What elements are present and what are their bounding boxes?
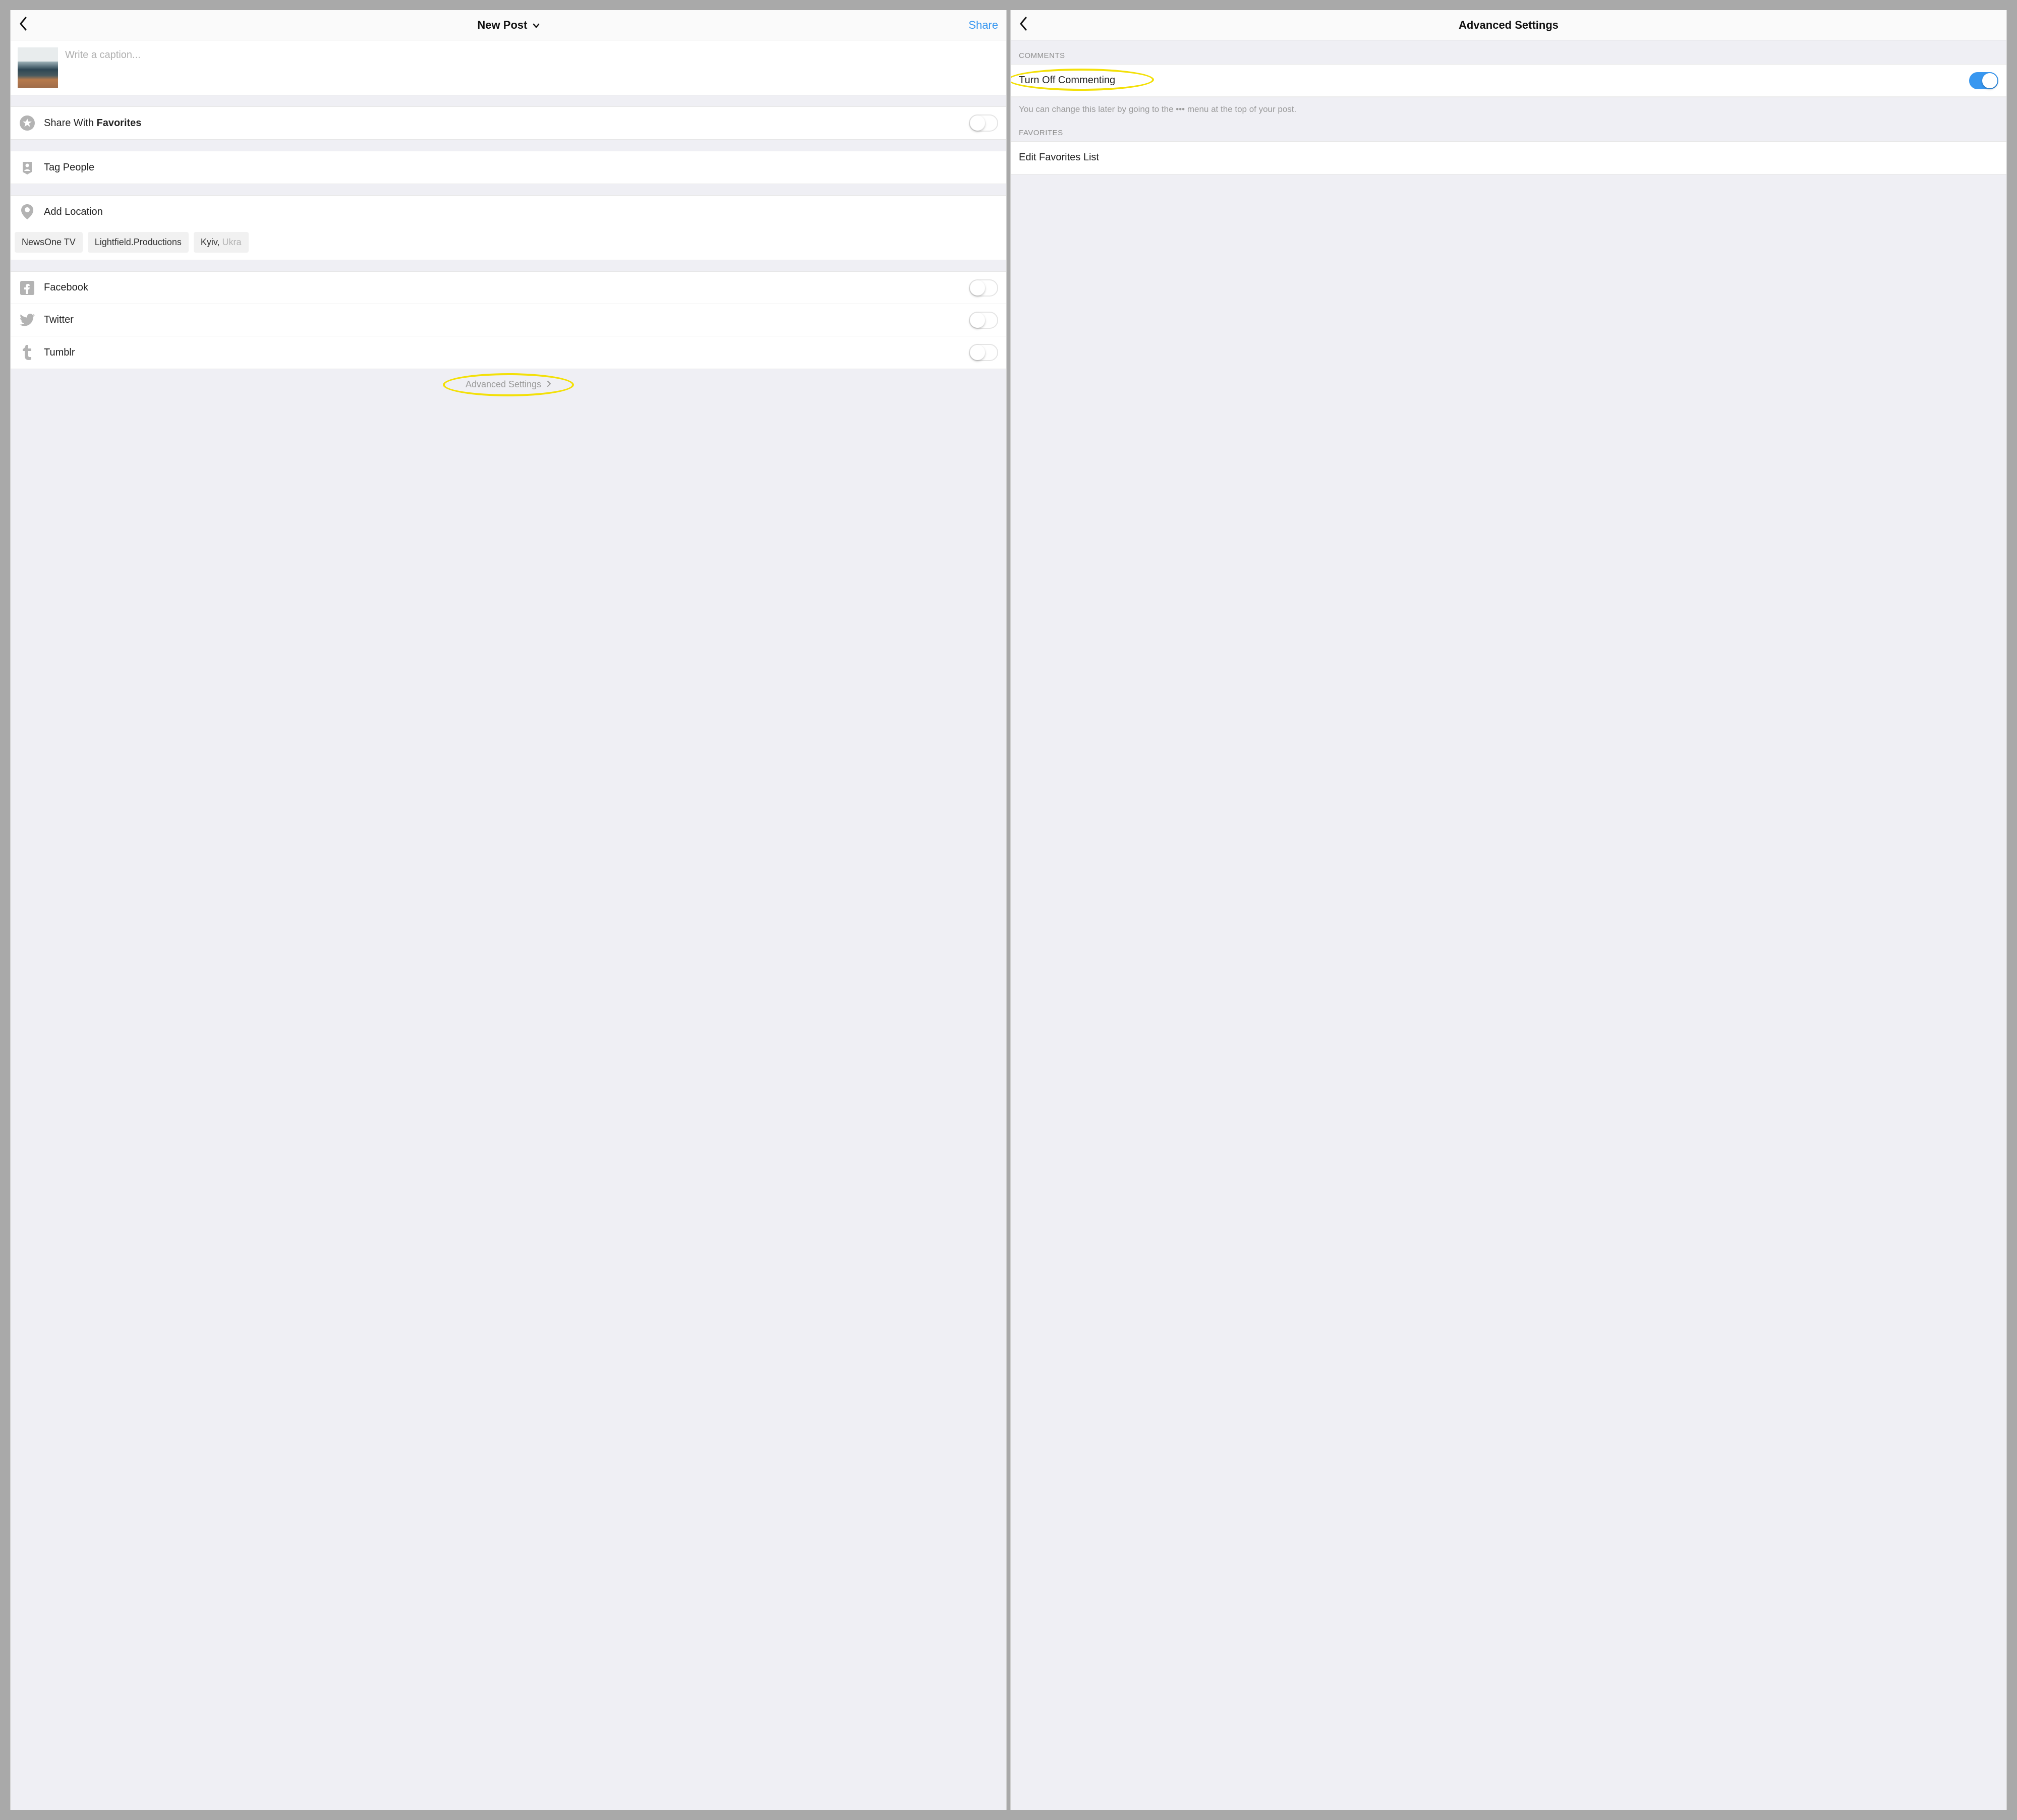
- location-chip[interactable]: Lightfield.Productions: [88, 232, 189, 253]
- facebook-label: Facebook: [44, 282, 961, 293]
- favorites-toggle[interactable]: [969, 114, 998, 132]
- add-location-label: Add Location: [44, 206, 998, 218]
- chevron-down-icon: [533, 22, 540, 30]
- share-with-favorites-row[interactable]: Share With Favorites: [11, 107, 1006, 139]
- chevron-left-icon: [19, 17, 28, 31]
- location-pin-icon: [19, 203, 36, 220]
- edit-favorites-row[interactable]: Edit Favorites List: [1011, 142, 2006, 174]
- page-title: Advanced Settings: [1011, 19, 2006, 32]
- turn-off-commenting-toggle[interactable]: [1969, 72, 1998, 89]
- location-chip[interactable]: NewsOne TV: [15, 232, 83, 253]
- add-location-row[interactable]: Add Location: [11, 196, 1006, 228]
- comments-section-header: COMMENTS: [1011, 40, 2006, 64]
- tag-people-label: Tag People: [44, 162, 998, 173]
- advanced-settings-link[interactable]: Advanced Settings: [11, 369, 1006, 400]
- turn-off-commenting-row[interactable]: Turn Off Commenting: [1011, 65, 2006, 97]
- facebook-icon: [19, 279, 36, 297]
- twitter-label: Twitter: [44, 314, 961, 326]
- navbar: Advanced Settings: [1011, 10, 2006, 40]
- share-twitter-row[interactable]: Twitter: [11, 304, 1006, 336]
- turn-off-commenting-label: Turn Off Commenting: [1019, 75, 1961, 86]
- twitter-icon: [19, 312, 36, 329]
- caption-row: Write a caption...: [11, 40, 1006, 95]
- share-with-favorites-label: Share With Favorites: [44, 118, 961, 129]
- commenting-hint: You can change this later by going to th…: [1011, 97, 2006, 118]
- facebook-toggle[interactable]: [969, 279, 998, 297]
- edit-favorites-label: Edit Favorites List: [1019, 152, 1998, 163]
- location-chips: NewsOne TV Lightfield.Productions Kyiv, …: [11, 228, 1006, 260]
- chevron-right-icon: [547, 381, 551, 389]
- post-thumbnail[interactable]: [18, 47, 58, 88]
- page-title[interactable]: New Post: [11, 19, 1006, 32]
- person-tag-icon: [19, 159, 36, 176]
- favorites-section-header: FAVORITES: [1011, 118, 2006, 141]
- location-chip[interactable]: Kyiv, Ukra: [194, 232, 249, 253]
- back-button[interactable]: [1019, 17, 1028, 34]
- twitter-toggle[interactable]: [969, 312, 998, 329]
- back-button[interactable]: [19, 17, 28, 34]
- advanced-settings-screen: Advanced Settings COMMENTS Turn Off Comm…: [1010, 10, 2007, 1810]
- star-badge-icon: [19, 114, 36, 132]
- navbar: New Post Share: [11, 10, 1006, 40]
- new-post-screen: New Post Share Write a caption... Share …: [10, 10, 1007, 1810]
- tumblr-toggle[interactable]: [969, 344, 998, 361]
- tag-people-row[interactable]: Tag People: [11, 151, 1006, 184]
- share-tumblr-row[interactable]: Tumblr: [11, 336, 1006, 369]
- share-button[interactable]: Share: [968, 19, 998, 32]
- chevron-left-icon: [1019, 17, 1028, 31]
- caption-input[interactable]: Write a caption...: [65, 47, 999, 88]
- tumblr-label: Tumblr: [44, 347, 961, 359]
- share-facebook-row[interactable]: Facebook: [11, 272, 1006, 304]
- tumblr-icon: [19, 344, 36, 361]
